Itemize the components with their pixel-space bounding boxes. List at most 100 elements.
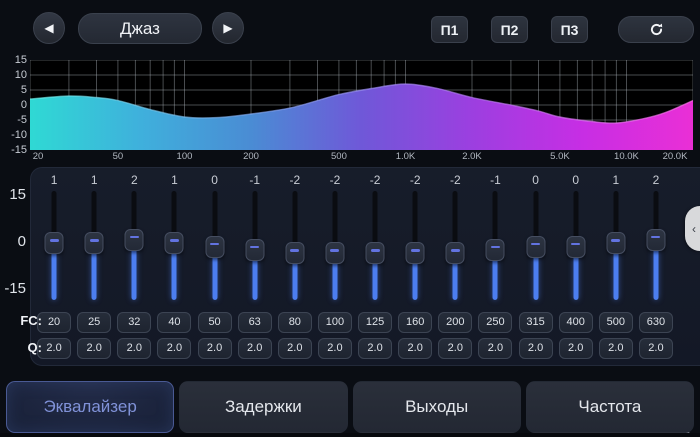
band-q-button[interactable]: 2.0 [278, 338, 312, 359]
handle-accent-line [330, 249, 339, 252]
preset-next-button[interactable]: ▶ [212, 12, 244, 44]
band-gain-slider[interactable] [355, 189, 395, 302]
preset-prev-button[interactable]: ◀ [33, 12, 65, 44]
slider-handle[interactable] [526, 236, 545, 258]
band-q-button[interactable]: 2.0 [398, 338, 432, 359]
handle-accent-line [491, 246, 500, 249]
bottom-strip [0, 433, 700, 437]
memory-button-p2[interactable]: П2 [491, 16, 528, 43]
band-gain-slider[interactable] [395, 189, 435, 302]
band-fc-button[interactable]: 80 [278, 312, 312, 333]
band-gain-slider[interactable] [636, 189, 676, 302]
band-gain-value: -2 [289, 172, 300, 189]
slider-handle[interactable] [205, 236, 224, 258]
slider-handle[interactable] [446, 242, 465, 264]
q-row-label: Q: [0, 340, 42, 355]
eq-band-25hz: 1252.0 [74, 172, 114, 359]
band-q-button[interactable]: 2.0 [238, 338, 272, 359]
y-tick-label: 10 [0, 69, 27, 81]
band-q-button[interactable]: 2.0 [559, 338, 593, 359]
handle-accent-line [170, 239, 179, 242]
band-q-button[interactable]: 2.0 [77, 338, 111, 359]
y-tick-label: 0 [0, 99, 27, 111]
band-fc-button[interactable]: 400 [559, 312, 593, 333]
band-q-button[interactable]: 2.0 [198, 338, 232, 359]
y-tick-label: -15 [0, 144, 27, 156]
slider-handle[interactable] [646, 229, 665, 251]
band-fc-button[interactable]: 40 [157, 312, 191, 333]
tab-frequency[interactable]: Частота [526, 381, 694, 433]
slider-handle[interactable] [245, 239, 264, 261]
slider-handle[interactable] [325, 242, 344, 264]
x-tick-label: 20.0K [663, 151, 688, 162]
band-q-button[interactable]: 2.0 [639, 338, 673, 359]
y-tick-label: -5 [0, 114, 27, 126]
slider-handle[interactable] [285, 242, 304, 264]
scale-min-label: -15 [0, 280, 26, 297]
slider-handle[interactable] [45, 232, 64, 254]
band-gain-slider[interactable] [596, 189, 636, 302]
eq-band-80hz: -2 80 2.0 [275, 172, 315, 359]
tab-delays[interactable]: Задержки [179, 381, 347, 433]
band-fc-button[interactable]: 20 [37, 312, 71, 333]
band-gain-value: 2 [653, 172, 660, 189]
band-fc-button[interactable]: 50 [198, 312, 232, 333]
band-q-button[interactable]: 2.0 [318, 338, 352, 359]
band-gain-slider[interactable] [195, 189, 235, 302]
slider-handle[interactable] [165, 232, 184, 254]
x-tick-label: 2.0K [462, 151, 482, 162]
band-gain-slider[interactable] [235, 189, 275, 302]
memory-button-p1[interactable]: П1 [431, 16, 468, 43]
eq-band-20hz: 1 20 2.0 [34, 172, 74, 359]
band-gain-slider[interactable] [154, 189, 194, 302]
preset-selector[interactable]: Джаз [78, 13, 202, 44]
memory-button-p3[interactable]: П3 [551, 16, 588, 43]
tab-equalizer[interactable]: Эквалайзер [6, 381, 174, 433]
band-fc-button[interactable]: 630 [639, 312, 673, 333]
band-fc-button[interactable]: 63 [238, 312, 272, 333]
slider-handle[interactable] [486, 239, 505, 261]
x-tick-label: 500 [331, 151, 347, 162]
band-fc-button[interactable]: 200 [438, 312, 472, 333]
tab-outputs[interactable]: Выходы [353, 381, 521, 433]
band-gain-slider[interactable] [315, 189, 355, 302]
band-q-button[interactable]: 2.0 [519, 338, 553, 359]
band-gain-slider[interactable] [275, 189, 315, 302]
band-gain-slider[interactable] [74, 189, 114, 302]
band-fc-button[interactable]: 315 [519, 312, 553, 333]
eq-response-area [30, 84, 693, 150]
band-gain-slider[interactable] [435, 189, 475, 302]
band-q-button[interactable]: 2.0 [438, 338, 472, 359]
band-gain-slider[interactable] [34, 189, 74, 302]
slider-handle[interactable] [406, 242, 425, 264]
band-fc-button[interactable]: 500 [599, 312, 633, 333]
band-fc-button[interactable]: 32 [117, 312, 151, 333]
band-q-button[interactable]: 2.0 [478, 338, 512, 359]
band-gain-value: 1 [171, 172, 178, 189]
band-gain-slider[interactable] [516, 189, 556, 302]
band-fc-button[interactable]: 160 [398, 312, 432, 333]
band-q-button[interactable]: 2.0 [37, 338, 71, 359]
band-gain-slider[interactable] [114, 189, 154, 302]
eq-band-63hz: -1632.0 [235, 172, 275, 359]
band-q-button[interactable]: 2.0 [358, 338, 392, 359]
band-gain-slider[interactable] [556, 189, 596, 302]
band-fc-button[interactable]: 250 [478, 312, 512, 333]
band-gain-slider[interactable] [475, 189, 515, 302]
band-fc-button[interactable]: 125 [358, 312, 392, 333]
slider-handle[interactable] [566, 236, 585, 258]
band-gain-value: 1 [51, 172, 58, 189]
slider-handle[interactable] [85, 232, 104, 254]
reset-button[interactable] [618, 16, 694, 43]
y-tick-label: -10 [0, 129, 27, 141]
slider-handle[interactable] [606, 232, 625, 254]
band-q-button[interactable]: 2.0 [599, 338, 633, 359]
band-q-button[interactable]: 2.0 [157, 338, 191, 359]
side-drawer-handle[interactable]: ‹ [685, 206, 700, 251]
eq-band-160hz: -21602.0 [395, 172, 435, 359]
band-fc-button[interactable]: 100 [318, 312, 352, 333]
band-q-button[interactable]: 2.0 [117, 338, 151, 359]
slider-handle[interactable] [366, 242, 385, 264]
slider-handle[interactable] [125, 229, 144, 251]
band-fc-button[interactable]: 25 [77, 312, 111, 333]
